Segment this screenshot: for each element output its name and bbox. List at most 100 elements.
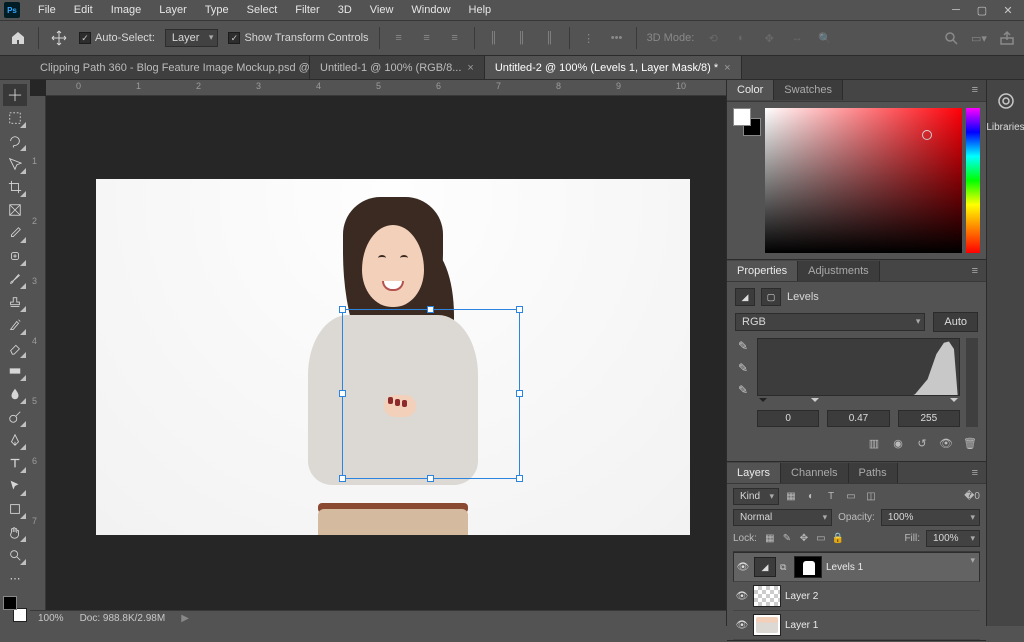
opacity-input[interactable]: 100%	[881, 509, 980, 526]
align-top-icon[interactable]: ≡	[390, 29, 408, 47]
color-fgbg[interactable]	[733, 108, 761, 136]
eyedropper-tool[interactable]	[3, 222, 27, 244]
close-icon[interactable]: ×	[467, 62, 473, 74]
visibility-icon[interactable]: 👁	[736, 562, 750, 573]
share-icon[interactable]	[998, 29, 1016, 47]
pen-tool[interactable]	[3, 429, 27, 451]
document-tab[interactable]: Untitled-1 @ 100% (RGB/8...×	[310, 56, 485, 79]
mask-thumb[interactable]	[794, 556, 822, 578]
toggle-visibility-icon[interactable]: 👁	[938, 435, 954, 451]
distribute-icon[interactable]: ⋮	[580, 29, 598, 47]
transform-box[interactable]	[342, 309, 520, 479]
auto-button[interactable]: Auto	[933, 312, 978, 332]
frame-tool[interactable]	[3, 199, 27, 221]
document-tab[interactable]: Untitled-2 @ 100% (Levels 1, Layer Mask/…	[485, 56, 742, 79]
mask-icon[interactable]: ▢	[761, 288, 781, 306]
move-tool[interactable]	[3, 84, 27, 106]
panel-menu-icon[interactable]: ≡	[964, 467, 986, 479]
gradient-tool[interactable]	[3, 360, 27, 382]
align-bottom-icon[interactable]: ≡	[446, 29, 464, 47]
path-select-tool[interactable]	[3, 475, 27, 497]
vertical-ruler[interactable]: 1234567	[30, 96, 46, 610]
zoom-level[interactable]: 100%	[38, 613, 64, 624]
lasso-tool[interactable]	[3, 130, 27, 152]
transform-handle[interactable]	[339, 390, 346, 397]
window-close-icon[interactable]: ✕	[996, 1, 1020, 19]
panel-menu-icon[interactable]: ≡	[964, 84, 986, 96]
layer-thumb[interactable]	[753, 585, 781, 607]
tab-swatches[interactable]: Swatches	[774, 80, 843, 100]
home-icon[interactable]	[8, 28, 28, 48]
visibility-icon[interactable]: 👁	[735, 620, 749, 631]
menu-file[interactable]: File	[30, 2, 64, 18]
eyedropper-gray-icon[interactable]: ✎	[735, 360, 751, 376]
cc-libraries-icon[interactable]	[993, 88, 1019, 114]
blend-mode-select[interactable]: Normal	[733, 509, 832, 526]
panel-scrollbar[interactable]	[966, 338, 978, 427]
artboard[interactable]	[96, 179, 690, 535]
dodge-tool[interactable]	[3, 406, 27, 428]
channel-select[interactable]: RGB	[735, 313, 925, 331]
filter-adjust-icon[interactable]: ◐	[803, 489, 819, 505]
transform-handle[interactable]	[516, 390, 523, 397]
eyedropper-white-icon[interactable]: ✎	[735, 382, 751, 398]
auto-select-checkbox[interactable]: Auto-Select:	[79, 32, 155, 44]
brush-tool[interactable]	[3, 268, 27, 290]
layer-row[interactable]: 👁 ◢ ⧉ Levels 1	[733, 552, 980, 582]
type-tool[interactable]	[3, 452, 27, 474]
tab-adjustments[interactable]: Adjustments	[798, 261, 880, 281]
align-left-icon[interactable]: ║	[485, 29, 503, 47]
lock-artboard-icon[interactable]: ▭	[814, 532, 828, 546]
lock-position-icon[interactable]: ✥	[797, 532, 811, 546]
delete-adjustment-icon[interactable]: 🗑	[962, 435, 978, 451]
layer-name[interactable]: Levels 1	[826, 562, 863, 573]
status-menu-icon[interactable]: ▶	[181, 613, 189, 624]
menu-filter[interactable]: Filter	[287, 2, 327, 18]
hand-tool[interactable]	[3, 521, 27, 543]
filter-toggle-icon[interactable]: �0	[964, 489, 980, 505]
transform-handle[interactable]	[516, 475, 523, 482]
histogram[interactable]	[757, 338, 960, 396]
hue-slider[interactable]	[966, 108, 980, 253]
color-cursor[interactable]	[922, 130, 932, 140]
menu-image[interactable]: Image	[103, 2, 150, 18]
panel-menu-icon[interactable]: ≡	[964, 265, 986, 277]
adjustment-thumb[interactable]: ◢	[754, 557, 776, 577]
zoom-tool[interactable]	[3, 544, 27, 566]
visibility-icon[interactable]: 👁	[735, 591, 749, 602]
move-tool-icon[interactable]	[49, 28, 69, 48]
shape-tool[interactable]	[3, 498, 27, 520]
tab-channels[interactable]: Channels	[781, 463, 848, 483]
color-field[interactable]	[765, 108, 962, 253]
reset-icon[interactable]: ↺	[914, 435, 930, 451]
menu-layer[interactable]: Layer	[151, 2, 195, 18]
tab-properties[interactable]: Properties	[727, 261, 798, 281]
menu-view[interactable]: View	[362, 2, 402, 18]
menu-3d[interactable]: 3D	[330, 2, 360, 18]
layer-row[interactable]: 👁 Layer 2	[733, 582, 980, 611]
horizontal-ruler[interactable]: 012345678910	[46, 80, 726, 96]
layer-name[interactable]: Layer 1	[785, 620, 818, 631]
edit-toolbar[interactable]: ⋯	[3, 567, 27, 589]
tab-layers[interactable]: Layers	[727, 463, 781, 483]
align-hcenter-icon[interactable]: ║	[513, 29, 531, 47]
show-transform-checkbox[interactable]: Show Transform Controls	[228, 32, 368, 44]
transform-handle[interactable]	[516, 306, 523, 313]
align-vcenter-icon[interactable]: ≡	[418, 29, 436, 47]
eraser-tool[interactable]	[3, 337, 27, 359]
workspace-icon[interactable]: ▭▾	[970, 29, 988, 47]
align-right-icon[interactable]: ║	[541, 29, 559, 47]
fill-input[interactable]: 100%	[926, 530, 980, 547]
layer-name[interactable]: Layer 2	[785, 591, 818, 602]
document-tab[interactable]: Clipping Path 360 - Blog Feature Image M…	[30, 56, 310, 79]
fg-bg-color[interactable]	[3, 596, 27, 622]
transform-handle[interactable]	[339, 306, 346, 313]
filter-shape-icon[interactable]: ▭	[843, 489, 859, 505]
transform-handle[interactable]	[427, 475, 434, 482]
menu-help[interactable]: Help	[461, 2, 500, 18]
view-previous-icon[interactable]: ◉	[890, 435, 906, 451]
black-point-input[interactable]: 0	[757, 410, 819, 427]
black-point-slider[interactable]	[759, 398, 767, 406]
lock-transparent-icon[interactable]: ▦	[763, 532, 777, 546]
white-point-input[interactable]: 255	[898, 410, 960, 427]
